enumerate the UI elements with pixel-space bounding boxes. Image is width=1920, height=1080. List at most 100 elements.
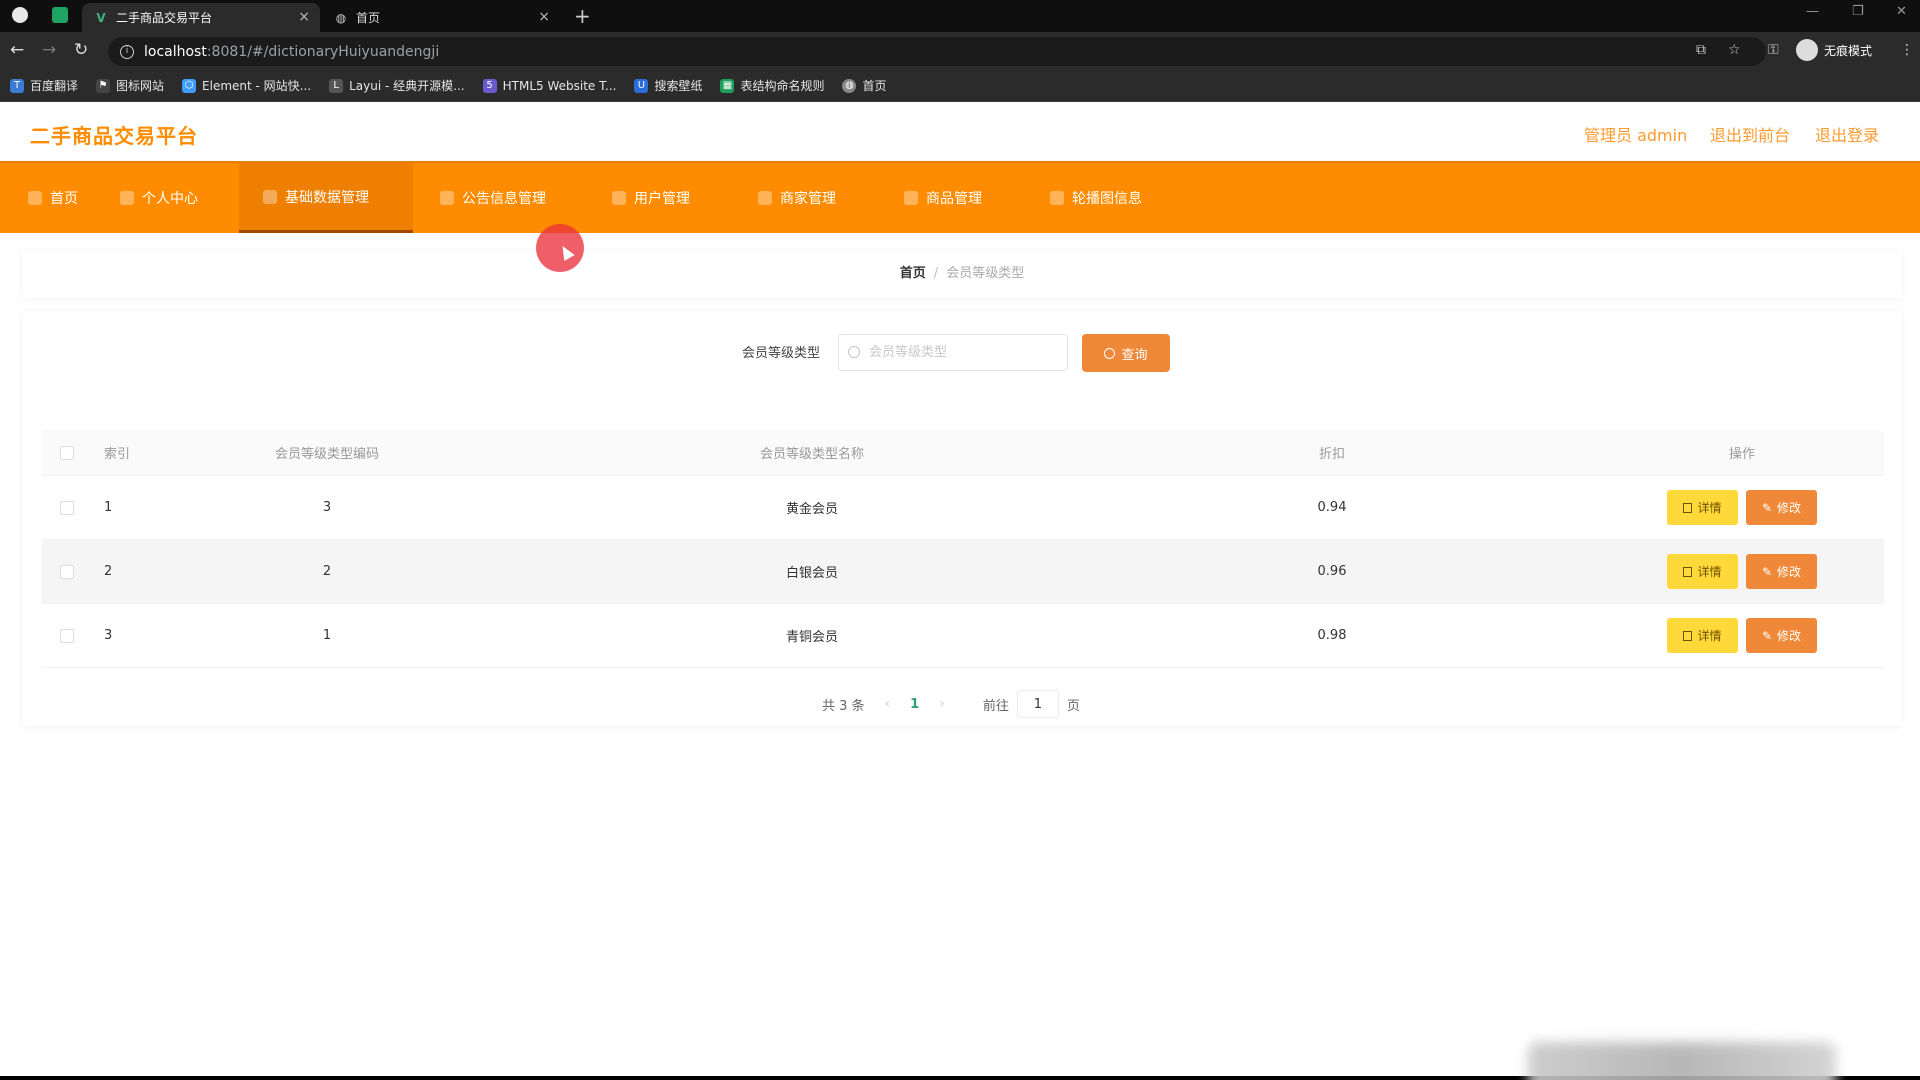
close-icon[interactable]: × [538, 9, 550, 25]
bookmark-label: Layui - 经典开源模... [349, 79, 465, 93]
goto-page-input[interactable] [1016, 690, 1059, 718]
address-bar[interactable]: i localhost:8081/#/dictionaryHuiyuandeng… [108, 37, 1766, 66]
document-icon [1683, 502, 1693, 513]
incognito-profile[interactable]: 无痕模式 [1796, 39, 1872, 61]
main-nav: 首页 个人中心 基础数据管理 公告信息管理 用户管理 商家管理 商品管理 轮播图… [0, 161, 1920, 233]
bookmark-label: 表结构命名规则 [740, 79, 825, 93]
restore-icon[interactable]: ❐ [1852, 4, 1864, 19]
pagination: 共 3 条 ‹ 1 › 前往 页 [822, 690, 1080, 718]
app-header: 二手商品交易平台 管理员 admin 退出到前台 退出登录 [0, 102, 1920, 161]
forward-icon[interactable]: → [42, 41, 56, 59]
header-code: 会员等级类型编码 [274, 447, 379, 462]
minimize-icon[interactable]: — [1806, 4, 1819, 19]
bookmark-item[interactable]: ⚑ 图标网站 [96, 77, 164, 94]
bookmark-item[interactable]: ▦ 表结构命名规则 [720, 77, 824, 94]
bookmark-item[interactable]: L Layui - 经典开源模... [329, 77, 465, 94]
nav-label: 商品管理 [926, 191, 982, 207]
address-path: :8081/#/dictionaryHuiyuandengji [206, 43, 440, 60]
select-all-checkbox[interactable] [60, 445, 74, 460]
bookmark-item[interactable]: 5 HTML5 Website T... [482, 78, 617, 93]
nav-item-base-data[interactable]: 基础数据管理 [239, 163, 413, 233]
bookmark-label: Element - 网站快... [202, 79, 312, 93]
pinned-tab-sheet-icon[interactable] [52, 7, 68, 23]
key-icon[interactable]: ⚿ [1768, 42, 1779, 58]
tab-strip: V 二手商品交易平台 × ◍ 首页 × + — ❐ ✕ [0, 0, 1920, 32]
search-input[interactable] [838, 334, 1068, 371]
nav-item-users[interactable]: 用户管理 [604, 163, 698, 233]
content-panel: 会员等级类型 查询 索引 会员等级类型编码 会员等级类型名称 折扣 操作 1 3… [22, 310, 1902, 726]
tab-title: 首页 [356, 11, 381, 25]
back-icon[interactable]: ← [10, 41, 24, 59]
table-row: 2 2 白银会员 0.96 详情 ✎ 修改 [42, 540, 1884, 604]
bookmark-star-icon[interactable]: ☆ [1728, 42, 1741, 58]
browser-toolbar: ← → ↻ i localhost:8081/#/dictionaryHuiyu… [0, 32, 1920, 70]
row-checkbox[interactable] [60, 564, 74, 579]
browser-menu-dots-icon[interactable]: ⋮ [1900, 42, 1914, 58]
bookmark-item[interactable]: ⬡ Element - 网站快... [182, 77, 311, 94]
detail-button[interactable]: 详情 [1667, 490, 1738, 525]
reload-icon[interactable]: ↻ [74, 41, 88, 59]
translate-icon[interactable]: ⧉ [1696, 42, 1706, 58]
edit-button[interactable]: ✎ 修改 [1746, 618, 1817, 653]
flag-icon: ⚑ [96, 78, 111, 93]
detail-label: 详情 [1697, 501, 1722, 515]
row-checkbox[interactable] [60, 628, 74, 643]
incognito-icon [1796, 39, 1818, 61]
cell-code: 1 [322, 628, 332, 643]
nav-label: 轮播图信息 [1072, 191, 1142, 207]
query-button[interactable]: 查询 [1082, 334, 1170, 372]
address-host: localhost [144, 43, 207, 60]
breadcrumb-home[interactable]: 首页 [900, 266, 926, 281]
bookmark-item[interactable]: ◍ 首页 [842, 77, 887, 94]
nav-label: 商家管理 [780, 191, 836, 207]
database-icon [263, 189, 277, 204]
row-checkbox[interactable] [60, 500, 74, 515]
new-tab-button[interactable]: + [574, 4, 591, 28]
bookmark-item[interactable]: T 百度翻译 [10, 77, 78, 94]
page-number[interactable]: 1 [910, 697, 919, 712]
bookmark-label: 搜索壁纸 [654, 79, 703, 93]
select-all-cell [60, 430, 74, 475]
edit-icon: ✎ [1761, 500, 1773, 515]
table-row: 3 1 青铜会员 0.98 详情 ✎ 修改 [42, 604, 1884, 668]
close-window-icon[interactable]: ✕ [1896, 4, 1907, 19]
nav-item-notice[interactable]: 公告信息管理 [432, 163, 554, 233]
bookmark-label: HTML5 Website T... [502, 78, 617, 93]
nav-label: 用户管理 [634, 191, 690, 207]
detail-button[interactable]: 详情 [1667, 618, 1738, 653]
browser-menu-icon[interactable] [12, 7, 28, 23]
edit-button[interactable]: ✎ 修改 [1746, 490, 1817, 525]
edit-button[interactable]: ✎ 修改 [1746, 554, 1817, 589]
bookmark-item[interactable]: U 搜索壁纸 [634, 77, 702, 94]
tab-title: 二手商品交易平台 [116, 11, 213, 25]
close-icon[interactable]: × [298, 9, 310, 25]
blurred-watermark [1528, 1042, 1836, 1080]
nav-item-merchants[interactable]: 商家管理 [750, 163, 844, 233]
logout-link[interactable]: 退出登录 [1815, 122, 1879, 146]
element-icon: ⬡ [182, 78, 197, 93]
nav-label: 公告信息管理 [462, 191, 546, 207]
tab-home[interactable]: ◍ 首页 × [322, 3, 560, 32]
header-discount: 折扣 [1318, 447, 1345, 462]
goto-prefix: 前往 [982, 698, 1009, 714]
next-page-icon[interactable]: › [939, 696, 945, 712]
cell-ops: 详情 ✎ 修改 [1622, 476, 1862, 539]
cell-ops: 详情 ✎ 修改 [1622, 540, 1862, 603]
site-info-icon[interactable]: i [120, 44, 134, 59]
nav-item-home[interactable]: 首页 [20, 163, 86, 233]
detail-button[interactable]: 详情 [1667, 554, 1738, 589]
cell-name: 黄金会员 [785, 502, 838, 517]
globe-icon: ◍ [842, 78, 857, 93]
sheet-icon: ▦ [720, 78, 735, 93]
pager-total: 共 3 条 [822, 698, 865, 714]
nav-item-profile[interactable]: 个人中心 [112, 163, 206, 233]
header-name: 会员等级类型名称 [759, 447, 864, 462]
cell-index: 3 [104, 628, 113, 643]
tab-platform[interactable]: V 二手商品交易平台 × [82, 3, 320, 32]
nav-item-carousel[interactable]: 轮播图信息 [1042, 163, 1150, 233]
detail-label: 详情 [1697, 629, 1722, 643]
prev-page-icon[interactable]: ‹ [885, 696, 891, 712]
nav-item-goods[interactable]: 商品管理 [896, 163, 990, 233]
exit-to-front-link[interactable]: 退出到前台 [1710, 122, 1790, 146]
row-checkbox-cell [60, 604, 74, 667]
